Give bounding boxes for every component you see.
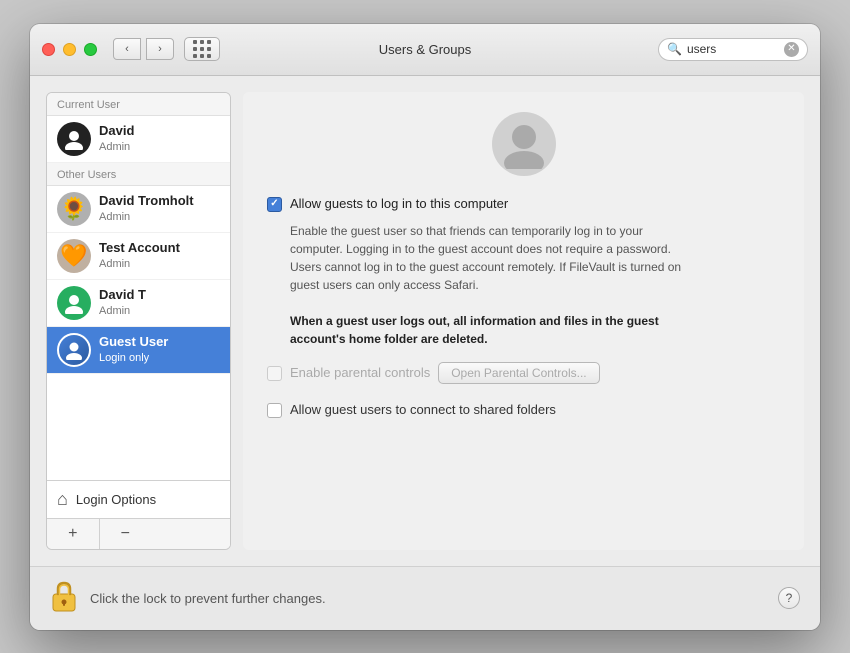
maximize-button[interactable] [84,43,97,56]
search-box[interactable]: 🔍 ✕ [658,38,808,61]
allow-guests-checkbox[interactable] [267,197,282,212]
current-user-avatar [57,122,91,156]
sidebar: Current User David Admin Other Users 🌻 [46,92,231,550]
allow-guests-description: Enable the guest user so that friends ca… [290,222,690,348]
detail-panel: Allow guests to log in to this computer … [243,92,804,550]
lock-icon-wrapper[interactable] [50,579,78,618]
grid-view-button[interactable] [184,37,220,61]
user-name-david-tromholt: David Tromholt [99,193,194,210]
avatar-david-tromholt: 🌻 [57,192,91,226]
user-role-guest: Login only [99,351,168,365]
user-item-test-account[interactable]: 🧡 Test Account Admin [47,233,230,280]
allow-guests-row: Allow guests to log in to this computer [267,196,780,212]
other-users-header: Other Users [47,163,230,186]
user-item-guest[interactable]: Guest User Login only [47,327,230,374]
user-name-guest: Guest User [99,334,168,351]
minimize-button[interactable] [63,43,76,56]
david-t-icon [63,292,85,314]
close-button[interactable] [42,43,55,56]
main-content: Current User David Admin Other Users 🌻 [30,76,820,566]
search-clear-button[interactable]: ✕ [784,42,799,57]
login-options-label: Login Options [76,492,156,507]
user-silhouette-icon [63,128,85,150]
parental-controls-checkbox[interactable] [267,366,282,381]
user-item-david-tromholt[interactable]: 🌻 David Tromholt Admin [47,186,230,233]
shared-folders-row: Allow guest users to connect to shared f… [267,402,556,418]
user-info-test-account: Test Account Admin [99,240,180,271]
sidebar-bottom: ⌂ Login Options + − [47,480,230,549]
help-icon: ? [786,591,793,605]
titlebar: ‹ › Users & Groups 🔍 ✕ [30,24,820,76]
allow-guests-label: Allow guests to log in to this computer [290,196,508,211]
search-icon: 🔍 [667,42,682,56]
back-button[interactable]: ‹ [113,38,141,60]
user-info-david-tromholt: David Tromholt Admin [99,193,194,224]
home-icon: ⌂ [57,489,68,510]
sidebar-actions: + − [47,518,230,549]
shared-folders-checkbox[interactable] [267,403,282,418]
current-user-role: Admin [99,140,134,154]
guest-large-avatar [492,112,556,176]
avatar-david-t [57,286,91,320]
add-icon: + [68,525,77,543]
open-parental-controls-button[interactable]: Open Parental Controls... [438,362,599,384]
login-options-item[interactable]: ⌂ Login Options [47,481,230,518]
current-user-info: David Admin [99,123,134,154]
nav-buttons: ‹ › [113,38,174,60]
user-role-david-t: Admin [99,304,146,318]
add-user-button[interactable]: + [47,519,99,549]
guest-avatar-icon [64,340,84,360]
user-name-test-account: Test Account [99,240,180,257]
forward-button[interactable]: › [146,38,174,60]
open-parental-label: Open Parental Controls... [451,366,586,380]
avatar-guest [57,333,91,367]
shared-folders-label: Allow guest users to connect to shared f… [290,402,556,417]
current-user-name: David [99,123,134,140]
avatar-test-account: 🧡 [57,239,91,273]
window-title: Users & Groups [379,42,471,57]
main-window: ‹ › Users & Groups 🔍 ✕ Current User [30,24,820,630]
user-info-guest: Guest User Login only [99,334,168,365]
footer: Click the lock to prevent further change… [30,566,820,630]
footer-text: Click the lock to prevent further change… [90,591,778,606]
parental-controls-row: Enable parental controls Open Parental C… [267,362,780,384]
user-role-david-tromholt: Admin [99,210,194,224]
minus-icon: − [121,525,130,543]
user-name-david-t: David T [99,287,146,304]
warning-text: When a guest user logs out, all informat… [290,314,659,346]
help-button[interactable]: ? [778,587,800,609]
current-user-item[interactable]: David Admin [47,116,230,163]
grid-icon [193,40,212,59]
search-input[interactable] [687,42,779,56]
user-item-david-t[interactable]: David T Admin [47,280,230,327]
forward-icon: › [158,43,162,55]
guest-large-silhouette-icon [499,119,549,169]
user-role-test-account: Admin [99,257,180,271]
user-info-david-t: David T Admin [99,287,146,318]
lock-icon [50,579,78,613]
back-icon: ‹ [125,43,129,55]
remove-user-button[interactable]: − [99,519,152,549]
current-user-header: Current User [47,93,230,116]
parental-controls-label: Enable parental controls [290,365,430,380]
traffic-lights [42,43,97,56]
